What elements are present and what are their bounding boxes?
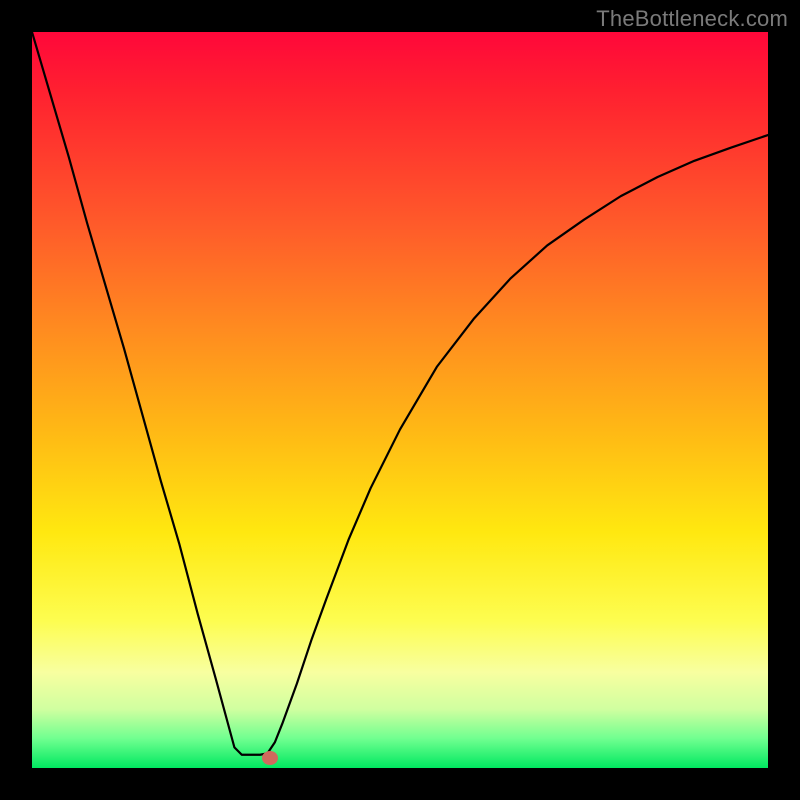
bottleneck-curve: [32, 32, 768, 768]
plot-area: [32, 32, 768, 768]
watermark-text: TheBottleneck.com: [596, 6, 788, 32]
optimal-point-dot: [262, 751, 278, 765]
chart-frame: TheBottleneck.com: [0, 0, 800, 800]
